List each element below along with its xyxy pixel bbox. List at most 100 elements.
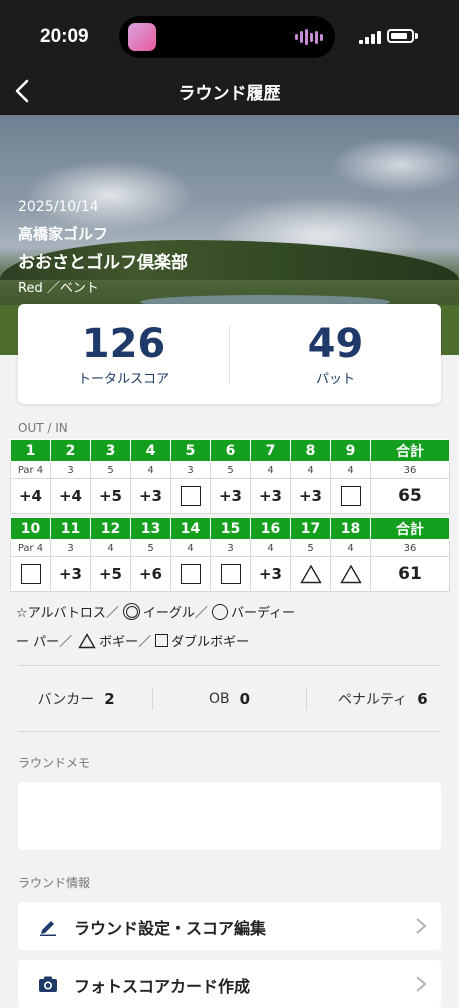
hole-score: +4 <box>10 478 51 514</box>
scorecard-section-label: OUT / IN <box>18 421 68 435</box>
legend-double-bogey: ダブルボギー <box>155 631 249 650</box>
hole-number: 14 <box>170 517 211 540</box>
status-bar: 20:09 <box>0 0 459 70</box>
square-icon <box>180 564 201 584</box>
scorecard-out: 1 2 3 4 5 6 7 8 9 合計 Par 4 3 5 4 3 5 4 4 4 36 +4 +4 +5 +3 +3 +3… <box>10 439 450 514</box>
hole-number: 11 <box>50 517 91 540</box>
hole-score: +3 <box>130 478 171 514</box>
chevron-right-icon <box>416 976 427 992</box>
hole-score: +3 <box>250 478 291 514</box>
hole-score <box>330 556 371 592</box>
total-header: 合計 <box>370 517 450 540</box>
square-icon <box>220 564 241 584</box>
camera-icon <box>39 976 57 992</box>
group-name: 高橋家ゴルフ <box>18 225 109 243</box>
putts: 49 パット <box>230 304 441 404</box>
total-header: 合計 <box>370 439 450 462</box>
stat-ob: OB 0 <box>208 690 251 708</box>
nav-bar: ラウンド履歴 <box>0 70 459 115</box>
hole-number: 17 <box>290 517 331 540</box>
score-legend: ☆アルバトロス／ イーグル／ バーディー <box>16 602 295 621</box>
hole-score: +6 <box>130 556 171 592</box>
legend-birdie: バーディー <box>211 602 295 621</box>
triangle-icon <box>339 564 362 584</box>
hole-score: +5 <box>90 478 131 514</box>
hole-number: 8 <box>290 439 331 462</box>
square-icon <box>155 634 169 647</box>
memo-box[interactable] <box>18 782 441 850</box>
hole-number: 13 <box>130 517 171 540</box>
hole-number: 7 <box>250 439 291 462</box>
hole-score <box>170 556 211 592</box>
hole-par: 4 <box>290 461 331 479</box>
putts-label: パット <box>315 372 355 387</box>
hole-par: 5 <box>210 461 251 479</box>
round-date: 2025/10/14 <box>18 199 99 215</box>
edit-round-label: ラウンド設定・スコア編集 <box>74 919 267 938</box>
hole-par: 5 <box>290 539 331 557</box>
hole-number: 5 <box>170 439 211 462</box>
total-score: 126 トータルスコア <box>18 304 229 404</box>
hole-score: +5 <box>90 556 131 592</box>
hole-par: 5 <box>90 461 131 479</box>
hole-row: 10 11 12 13 14 15 16 17 18 合計 <box>10 517 450 540</box>
score-row: +4 +4 +5 +3 +3 +3 +3 65 <box>10 478 450 514</box>
hole-par: 4 <box>250 539 291 557</box>
triangle-icon <box>299 564 322 584</box>
hole-score: +4 <box>50 478 91 514</box>
hole-par: Par 4 <box>10 539 51 557</box>
hole-par: 4 <box>250 461 291 479</box>
hole-number: 12 <box>90 517 131 540</box>
hole-par: Par 4 <box>10 461 51 479</box>
hole-score <box>210 556 251 592</box>
photo-scorecard-button[interactable]: フォトスコアカード作成 <box>18 960 441 1008</box>
hole-score: +3 <box>250 556 291 592</box>
square-icon <box>180 486 201 506</box>
scorecard-in: 10 11 12 13 14 15 16 17 18 合計 Par 4 3 4 5 4 3 4 5 4 36 +3 +… <box>10 517 450 592</box>
total-score-value: 126 <box>81 321 166 367</box>
page-title: ラウンド履歴 <box>178 84 281 104</box>
par-row: Par 4 3 5 4 3 5 4 4 4 36 <box>10 461 450 479</box>
score-summary-card: 126 トータルスコア 49 パット <box>18 304 441 404</box>
score-total: 61 <box>370 556 450 592</box>
hole-number: 2 <box>50 439 91 462</box>
par-row: Par 4 3 4 5 4 3 4 5 4 36 <box>10 539 450 557</box>
status-time: 20:09 <box>40 26 89 47</box>
hole-par: 4 <box>90 539 131 557</box>
dynamic-island <box>119 16 335 58</box>
audio-wave-icon <box>295 29 323 45</box>
legend-par: ー パー／ <box>16 635 73 650</box>
putts-value: 49 <box>307 321 364 367</box>
hole-number: 9 <box>330 439 371 462</box>
app-icon <box>128 23 156 51</box>
hole-score <box>10 556 51 592</box>
hole-number: 4 <box>130 439 171 462</box>
hole-row: 1 2 3 4 5 6 7 8 9 合計 <box>10 439 450 462</box>
chevron-right-icon <box>416 918 427 934</box>
hole-score: +3 <box>290 478 331 514</box>
tee-info: Red ／ベント <box>18 281 99 296</box>
hole-par: 5 <box>130 539 171 557</box>
hole-par: 3 <box>170 461 211 479</box>
legend-bogey: ボギー／ <box>78 631 151 650</box>
hole-number: 10 <box>10 517 51 540</box>
hole-par: 4 <box>330 539 371 557</box>
signal-icon <box>359 31 381 44</box>
score-legend-2: ー パー／ ボギー／ ダブルボギー <box>16 631 249 650</box>
edit-round-button[interactable]: ラウンド設定・スコア編集 <box>18 902 441 950</box>
score-row: +3 +5 +6 +3 61 <box>10 556 450 592</box>
hole-number: 18 <box>330 517 371 540</box>
par-total: 36 <box>370 539 450 557</box>
round-info-label: ラウンド情報 <box>18 876 91 890</box>
stat-bunker: バンカー 2 <box>37 690 115 708</box>
memo-label: ラウンドメモ <box>18 756 91 770</box>
score-total: 65 <box>370 478 450 514</box>
photo-scorecard-label: フォトスコアカード作成 <box>74 977 251 996</box>
hole-score: +3 <box>210 478 251 514</box>
hole-par: 4 <box>170 539 211 557</box>
hole-par: 3 <box>210 539 251 557</box>
hole-number: 1 <box>10 439 51 462</box>
round-stats: バンカー 2 OB 0 ペナルティ 6 <box>0 685 459 713</box>
legend-eagle: イーグル／ <box>122 602 208 621</box>
hole-par: 3 <box>50 539 91 557</box>
